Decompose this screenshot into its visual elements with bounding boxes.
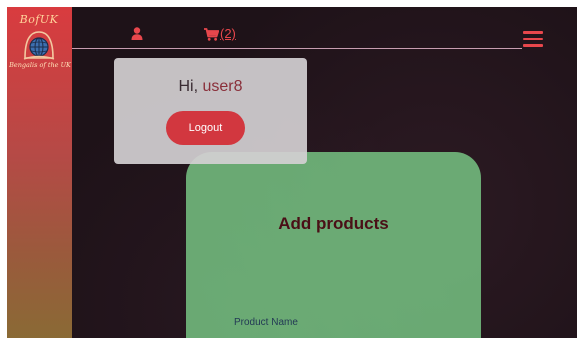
sidebar: BofUK Bengalis of the UK (7, 7, 72, 338)
product-name-label: Product Name (234, 317, 298, 328)
globe-icon (23, 31, 55, 60)
user-greeting: Hi, user8 (114, 78, 307, 96)
hamburger-menu-icon[interactable] (523, 31, 543, 47)
add-products-card: Add products Product Name (186, 152, 481, 338)
logout-button[interactable]: Logout (166, 111, 245, 145)
header-divider (72, 48, 522, 49)
user-icon[interactable] (131, 27, 143, 40)
cart-count: (2) (220, 26, 236, 41)
greeting-prefix: Hi, (178, 78, 203, 95)
username: user8 (202, 78, 243, 95)
logo-wordmark: BofUK (19, 13, 59, 26)
cart-icon (204, 27, 219, 41)
app-frame: BofUK Bengalis of the UK (2) Add product… (7, 7, 577, 338)
brand-logo[interactable]: BofUK Bengalis of the UK (9, 11, 71, 73)
add-products-title: Add products (278, 214, 389, 233)
logo-tagline: Bengalis of the UK (9, 61, 71, 69)
cart-link[interactable]: (2) (204, 27, 236, 41)
user-popup: Hi, user8 Logout (114, 58, 307, 164)
